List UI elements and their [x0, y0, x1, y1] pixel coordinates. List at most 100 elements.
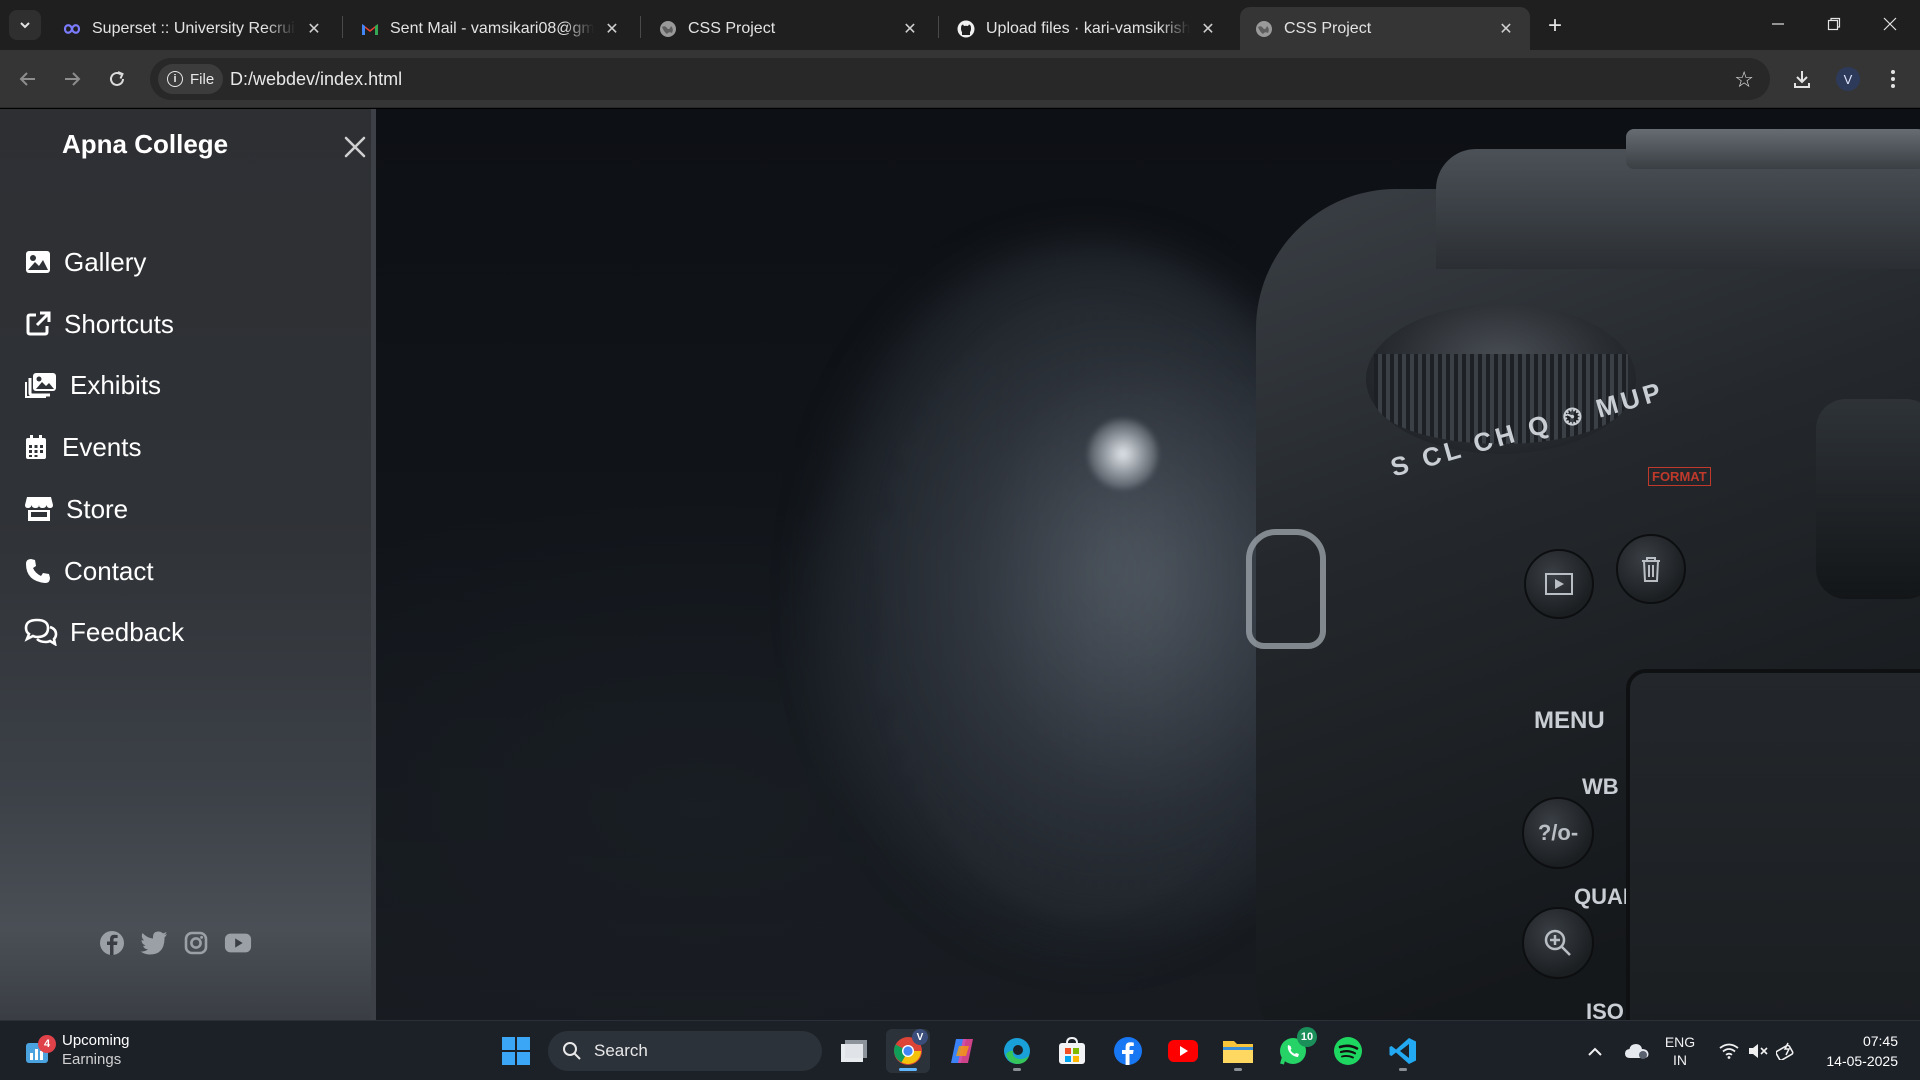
sidebar-item-label: Events: [62, 431, 142, 462]
tab-gmail[interactable]: Sent Mail - vamsikari08@gmail.com ✕: [346, 7, 636, 50]
sidebar-close-button[interactable]: [339, 131, 371, 163]
copilot-icon: [951, 1039, 973, 1063]
youtube-app-icon: [1168, 1040, 1198, 1062]
close-icon: [344, 136, 366, 158]
running-indicator: [1234, 1068, 1242, 1071]
weather-widget[interactable]: 4 Upcoming Earnings: [24, 1031, 130, 1069]
bookmark-star-icon[interactable]: ☆: [1734, 67, 1754, 93]
hero-camera-image: S CL CH Q ⏲ MUP FORMAT MENU WB ?/o- QUAL…: [376, 109, 1920, 1020]
camera-lcd: [1626, 669, 1920, 1020]
close-tab-icon[interactable]: ✕: [602, 19, 622, 39]
taskbar-spotify[interactable]: [1326, 1029, 1370, 1073]
tab-css-project-active[interactable]: CSS Project ✕: [1240, 7, 1530, 50]
minimize-button[interactable]: [1750, 0, 1806, 48]
tab-separator: [938, 16, 939, 38]
search-icon: [563, 1042, 581, 1060]
wifi-tray[interactable]: [1714, 1021, 1744, 1080]
battery-tray[interactable]: [1772, 1021, 1802, 1080]
url-text[interactable]: D:/webdev/index.html: [230, 69, 402, 90]
onedrive-tray[interactable]: [1620, 1021, 1654, 1080]
site-info-label: File: [190, 70, 215, 88]
clock-time: 07:45: [1862, 1033, 1898, 1049]
browser-menu-button[interactable]: [1876, 62, 1910, 96]
instagram-icon[interactable]: [182, 929, 210, 957]
close-tab-icon[interactable]: ✕: [900, 19, 920, 39]
twitter-icon[interactable]: [140, 929, 168, 957]
comments-icon: [24, 618, 58, 646]
forward-button[interactable]: [55, 62, 89, 96]
taskbar-search[interactable]: Search: [548, 1031, 822, 1071]
address-bar[interactable]: i File D:/webdev/index.html ☆: [150, 58, 1770, 100]
tab-title: Upload files · kari-vamsikrishna: [986, 19, 1190, 37]
globe-icon: [1254, 19, 1274, 39]
taskbar-vscode[interactable]: [1381, 1029, 1425, 1073]
windows-icon: [502, 1037, 530, 1065]
back-button[interactable]: [11, 62, 45, 96]
taskbar-facebook[interactable]: [1106, 1029, 1150, 1073]
tab-search-button[interactable]: [9, 10, 41, 40]
vscode-icon: [1389, 1038, 1416, 1064]
sidebar-item-label: Shortcuts: [64, 308, 174, 339]
system-clock[interactable]: 07:45 14-05-2025: [1826, 1031, 1898, 1071]
lens-highlight: [1088, 419, 1158, 489]
taskbar-edge[interactable]: [995, 1029, 1039, 1073]
sidebar-item-events[interactable]: Events: [24, 427, 142, 467]
close-window-button[interactable]: [1862, 0, 1918, 48]
phone-icon: [24, 557, 52, 585]
more-vertical-icon: [1891, 70, 1895, 88]
taskbar-store[interactable]: [1050, 1029, 1094, 1073]
new-tab-button[interactable]: +: [1541, 12, 1569, 40]
downloads-button[interactable]: [1785, 62, 1819, 96]
brand-title: Apna College: [62, 129, 229, 159]
tab-separator: [342, 16, 343, 38]
wb-label: WB: [1582, 774, 1619, 799]
gmail-icon: [360, 19, 380, 39]
sidebar-item-feedback[interactable]: Feedback: [24, 612, 184, 652]
download-icon: [1794, 71, 1810, 88]
taskbar-whatsapp[interactable]: 10: [1271, 1027, 1317, 1073]
sidebar-item-store[interactable]: Store: [24, 489, 128, 529]
sidebar-item-exhibits[interactable]: Exhibits: [24, 365, 161, 405]
tab-github[interactable]: Upload files · kari-vamsikrishna ✕: [942, 7, 1232, 50]
taskbar-file-explorer[interactable]: [1216, 1029, 1260, 1073]
chevron-down-icon: [20, 22, 30, 29]
delete-button-graphic: [1616, 534, 1686, 604]
widget-title: Upcoming: [62, 1032, 130, 1049]
sidebar-item-shortcuts[interactable]: Shortcuts: [24, 304, 174, 344]
taskbar-youtube[interactable]: [1161, 1029, 1205, 1073]
reload-button[interactable]: [100, 62, 134, 96]
youtube-icon[interactable]: [224, 929, 252, 957]
profile-button[interactable]: V: [1831, 62, 1865, 96]
taskbar-chrome[interactable]: V: [886, 1029, 930, 1073]
sidebar-item-contact[interactable]: Contact: [24, 551, 154, 591]
github-icon: [956, 19, 976, 39]
tab-strip: Superset :: University Recruiting ✕ Sent…: [0, 0, 1920, 50]
volume-tray[interactable]: [1744, 1021, 1772, 1080]
language-indicator[interactable]: ENG IN: [1660, 1021, 1700, 1080]
superset-icon: [62, 19, 82, 39]
task-view-icon: [841, 1040, 867, 1062]
language-line2: IN: [1673, 1052, 1687, 1068]
tab-css-project[interactable]: CSS Project ✕: [644, 7, 934, 50]
search-placeholder: Search: [594, 1041, 648, 1060]
site-info-chip[interactable]: i File: [158, 64, 224, 94]
start-button[interactable]: [494, 1029, 538, 1073]
arrow-right-icon: [65, 72, 81, 86]
restore-button[interactable]: [1806, 0, 1862, 48]
sidebar-item-label: Contact: [64, 555, 154, 586]
image-icon: [24, 248, 52, 276]
facebook-icon[interactable]: [98, 929, 126, 957]
close-tab-icon[interactable]: ✕: [1496, 19, 1516, 39]
close-tab-icon[interactable]: ✕: [1198, 19, 1218, 39]
running-indicator: [1013, 1068, 1021, 1071]
close-tab-icon[interactable]: ✕: [304, 19, 324, 39]
social-links: [98, 929, 252, 957]
taskbar-copilot[interactable]: [940, 1029, 984, 1073]
tab-superset[interactable]: Superset :: University Recruiting ✕: [48, 7, 338, 50]
restore-icon: [1827, 17, 1841, 31]
task-view-button[interactable]: [832, 1029, 876, 1073]
sidebar-item-gallery[interactable]: Gallery: [24, 242, 146, 282]
zoom-button-graphic: [1522, 907, 1594, 979]
show-hidden-icons-button[interactable]: [1580, 1021, 1610, 1080]
sidebar-item-label: Gallery: [64, 246, 147, 277]
